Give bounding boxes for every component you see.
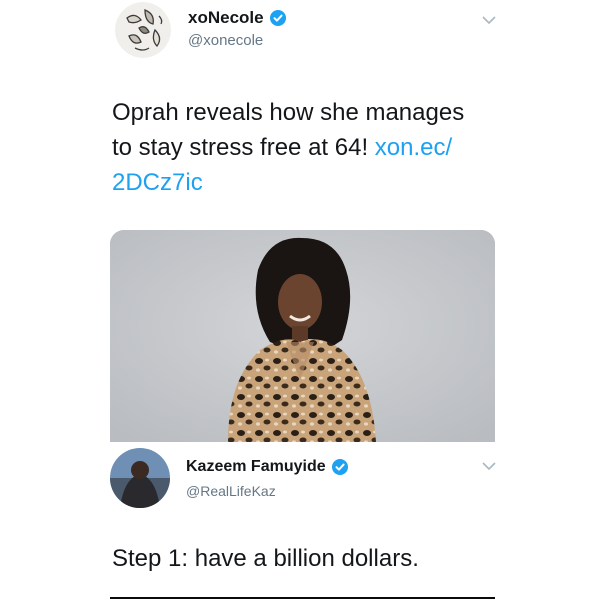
tweet1-link-continued[interactable]: 2DCz7ic: [112, 166, 502, 201]
photo-icon: [110, 230, 495, 442]
chevron-down-icon[interactable]: [481, 14, 497, 26]
avatar-kazeem[interactable]: [110, 448, 170, 508]
tweet2-display-name[interactable]: Kazeem Famuyide: [186, 458, 326, 476]
tweet1-text-line2: to stay stress free at 64! xon.ec/: [112, 131, 502, 166]
tweet1-handle[interactable]: @xonecole: [188, 32, 263, 49]
tweet1-name-line: xoNecole: [188, 8, 286, 28]
divider: [110, 597, 495, 599]
tweet2-name-line: Kazeem Famuyide: [186, 458, 348, 476]
tweet1-text: Oprah reveals how she manages to stay st…: [112, 96, 502, 200]
tweet2-text: Step 1: have a billion dollars.: [112, 545, 419, 572]
verified-badge-icon: [331, 459, 348, 475]
avatar-xonecole[interactable]: [115, 2, 171, 58]
tweet2-handle[interactable]: @RealLifeKaz: [186, 483, 276, 499]
tweet1-display-name[interactable]: xoNecole: [188, 8, 264, 28]
tweet1-text-line2-plain: to stay stress free at 64!: [112, 133, 375, 161]
tweet1-text-line1: Oprah reveals how she manages: [112, 99, 465, 126]
chevron-down-icon[interactable]: [481, 460, 497, 472]
tweet1-photo[interactable]: [110, 230, 495, 442]
tweet1-link[interactable]: xon.ec/: [375, 134, 452, 161]
verified-badge-icon: [269, 10, 286, 26]
